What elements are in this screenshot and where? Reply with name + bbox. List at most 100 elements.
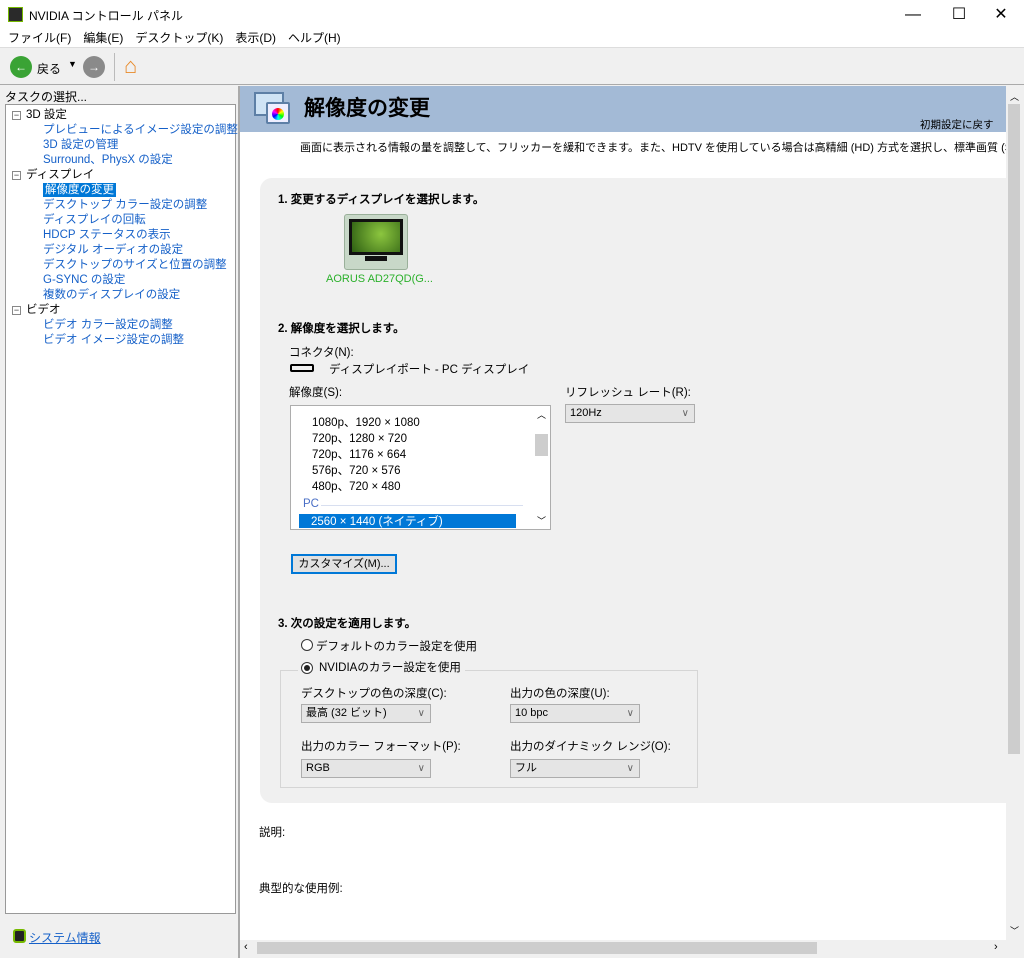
- home-button[interactable]: ⌂: [124, 53, 137, 79]
- collapse-icon[interactable]: −: [12, 306, 21, 315]
- tree-item[interactable]: デジタル オーディオの設定: [43, 243, 183, 257]
- tree-item[interactable]: プレビューによるイメージ設定の調整: [43, 123, 238, 137]
- chevron-down-icon: ∨: [417, 708, 425, 719]
- menu-help[interactable]: ヘルプ(H): [282, 30, 347, 46]
- tree-item[interactable]: ディスプレイの回転: [43, 213, 146, 227]
- back-button[interactable]: ← 戻る: [10, 56, 70, 78]
- radio-default-color-label[interactable]: デフォルトのカラー設定を使用: [316, 638, 477, 654]
- toolbar: ← 戻る ▼ → ⌂: [0, 49, 1024, 85]
- task-panel: タスクの選択... − 3D 設定 プレビューによるイメージ設定の調整 3D 設…: [0, 86, 240, 958]
- menu-edit[interactable]: 編集(E): [77, 30, 129, 46]
- tree-item[interactable]: HDCP ステータスの表示: [43, 228, 171, 242]
- explanation-label: 説明:: [259, 827, 286, 839]
- resolution-option[interactable]: 480p、720 × 480: [312, 478, 401, 494]
- menu-file[interactable]: ファイル(F): [2, 30, 77, 46]
- output-depth-label: 出力の色の深度(U):: [510, 688, 610, 700]
- tree-item[interactable]: Surround、PhysX の設定: [43, 153, 173, 167]
- radio-nvidia-color-row[interactable]: NVIDIAのカラー設定を使用: [298, 660, 465, 676]
- color-format-value: RGB: [306, 762, 330, 774]
- scroll-down-icon[interactable]: ﹀: [537, 514, 546, 527]
- step3-heading: 3. 次の設定を適用します。: [278, 618, 417, 630]
- dynamic-range-label: 出力のダイナミック レンジ(O):: [510, 741, 671, 753]
- resolution-option[interactable]: 1080p、1920 × 1080: [312, 414, 420, 430]
- scroll-thumb[interactable]: [257, 942, 817, 954]
- resolution-option[interactable]: 576p、720 × 576: [312, 462, 401, 478]
- tree-category-display[interactable]: ディスプレイ: [26, 168, 94, 182]
- tree-item[interactable]: 3D 設定の管理: [43, 138, 118, 152]
- group-divider: [321, 505, 523, 506]
- forward-button[interactable]: →: [83, 56, 105, 78]
- selected-resolution-row[interactable]: 2560 × 1440 (ネイティブ): [299, 514, 516, 528]
- window-title: NVIDIA コントロール パネル: [29, 9, 184, 23]
- scroll-up-icon[interactable]: ︿: [1010, 90, 1019, 103]
- desktop-depth-select[interactable]: 最高 (32 ビット) ∨: [301, 704, 431, 723]
- scroll-thumb[interactable]: [1008, 104, 1020, 754]
- scroll-up-icon[interactable]: ︿: [537, 408, 546, 421]
- radio-nvidia-color[interactable]: [301, 662, 313, 674]
- refresh-rate-select[interactable]: 120Hz ∨: [565, 404, 695, 423]
- restore-defaults-link[interactable]: 初期設定に戻す: [920, 117, 994, 132]
- display-selector[interactable]: [344, 214, 408, 270]
- back-arrow-icon: ←: [10, 56, 32, 78]
- menu-view[interactable]: 表示(D): [229, 30, 282, 46]
- collapse-icon[interactable]: −: [12, 171, 21, 180]
- color-format-select[interactable]: RGB ∨: [301, 759, 431, 778]
- chevron-down-icon: ∨: [626, 708, 634, 719]
- maximize-button[interactable]: ☐: [936, 0, 982, 30]
- content-panel: 解像度の変更 初期設定に戻す 画面に表示される情報の量を調整して、フリッカーを緩…: [240, 86, 1006, 940]
- back-history-dropdown-icon[interactable]: ▼: [68, 59, 77, 69]
- radio-nvidia-color-label[interactable]: NVIDIAのカラー設定を使用: [319, 662, 461, 674]
- color-format-label: 出力のカラー フォーマット(P):: [301, 741, 461, 753]
- menu-desktop[interactable]: デスクトップ(K): [129, 30, 229, 46]
- scroll-right-icon[interactable]: ›: [994, 941, 998, 953]
- tree-item[interactable]: デスクトップ カラー設定の調整: [43, 198, 207, 212]
- tree-item[interactable]: 複数のディスプレイの設定: [43, 288, 180, 302]
- system-info-link[interactable]: システム情報: [29, 929, 101, 946]
- desktop-depth-value: 最高 (32 ビット): [306, 707, 387, 719]
- pc-group-header: PC: [303, 498, 319, 510]
- selected-resolution: 2560 × 1440 (ネイティブ): [311, 516, 443, 528]
- tree-item-selected[interactable]: 解像度の変更: [43, 183, 116, 197]
- chevron-down-icon: ∨: [681, 408, 689, 419]
- customize-label: カスタマイズ(M)...: [298, 558, 390, 570]
- tree-item[interactable]: デスクトップのサイズと位置の調整: [43, 258, 227, 272]
- customize-button[interactable]: カスタマイズ(M)...: [291, 554, 397, 574]
- tree-item[interactable]: ビデオ カラー設定の調整: [43, 318, 173, 332]
- close-button[interactable]: ✕: [978, 0, 1024, 30]
- list-scrollbar[interactable]: ︿ ﹀: [533, 406, 550, 529]
- typical-usage-label: 典型的な使用例:: [259, 883, 343, 895]
- displayport-icon: [290, 364, 314, 372]
- minimize-button[interactable]: —: [890, 0, 936, 30]
- connector-label: コネクタ(N):: [289, 347, 354, 359]
- scroll-thumb[interactable]: [535, 434, 548, 456]
- refresh-rate-label: リフレッシュ レート(R):: [565, 387, 691, 399]
- resolution-label: 解像度(S):: [289, 387, 343, 399]
- step2-heading: 2. 解像度を選択します。: [278, 323, 405, 335]
- resolution-option[interactable]: 720p、1280 × 720: [312, 430, 407, 446]
- horizontal-scrollbar[interactable]: ‹ ›: [240, 940, 1006, 956]
- tree-item[interactable]: G-SYNC の設定: [43, 273, 125, 287]
- display-name[interactable]: AORUS AD27QD(G...: [326, 273, 433, 285]
- chevron-down-icon: ∨: [626, 763, 634, 774]
- title-bar: NVIDIA コントロール パネル — ☐ ✕: [0, 0, 1024, 30]
- resolution-list[interactable]: 1080p、1920 × 1080 720p、1280 × 720 720p、1…: [290, 405, 551, 530]
- desktop-depth-label: デスクトップの色の深度(C):: [301, 688, 447, 700]
- task-panel-title: タスクの選択...: [5, 90, 88, 104]
- scroll-left-icon[interactable]: ‹: [244, 941, 248, 953]
- collapse-icon[interactable]: −: [12, 111, 21, 120]
- dynamic-range-select[interactable]: フル ∨: [510, 759, 640, 778]
- display-settings-icon: [254, 92, 292, 126]
- output-depth-select[interactable]: 10 bpc ∨: [510, 704, 640, 723]
- resolution-option[interactable]: 720p、1176 × 664: [312, 446, 406, 462]
- tree-category-3d[interactable]: 3D 設定: [26, 108, 67, 122]
- task-tree[interactable]: − 3D 設定 プレビューによるイメージ設定の調整 3D 設定の管理 Surro…: [5, 104, 238, 914]
- system-info-icon: [13, 929, 26, 943]
- step1-heading: 1. 変更するディスプレイを選択します。: [278, 194, 485, 206]
- page-description: 画面に表示される情報の量を調整して、フリッカーを緩和できます。また、HDTV を…: [300, 142, 1006, 154]
- vertical-scrollbar[interactable]: ︿ ﹀: [1006, 86, 1022, 940]
- scroll-down-icon[interactable]: ﹀: [1010, 924, 1019, 937]
- dynamic-range-value: フル: [515, 762, 537, 774]
- tree-item[interactable]: ビデオ イメージ設定の調整: [43, 333, 184, 347]
- tree-category-video[interactable]: ビデオ: [26, 303, 61, 317]
- radio-default-color[interactable]: [301, 639, 313, 651]
